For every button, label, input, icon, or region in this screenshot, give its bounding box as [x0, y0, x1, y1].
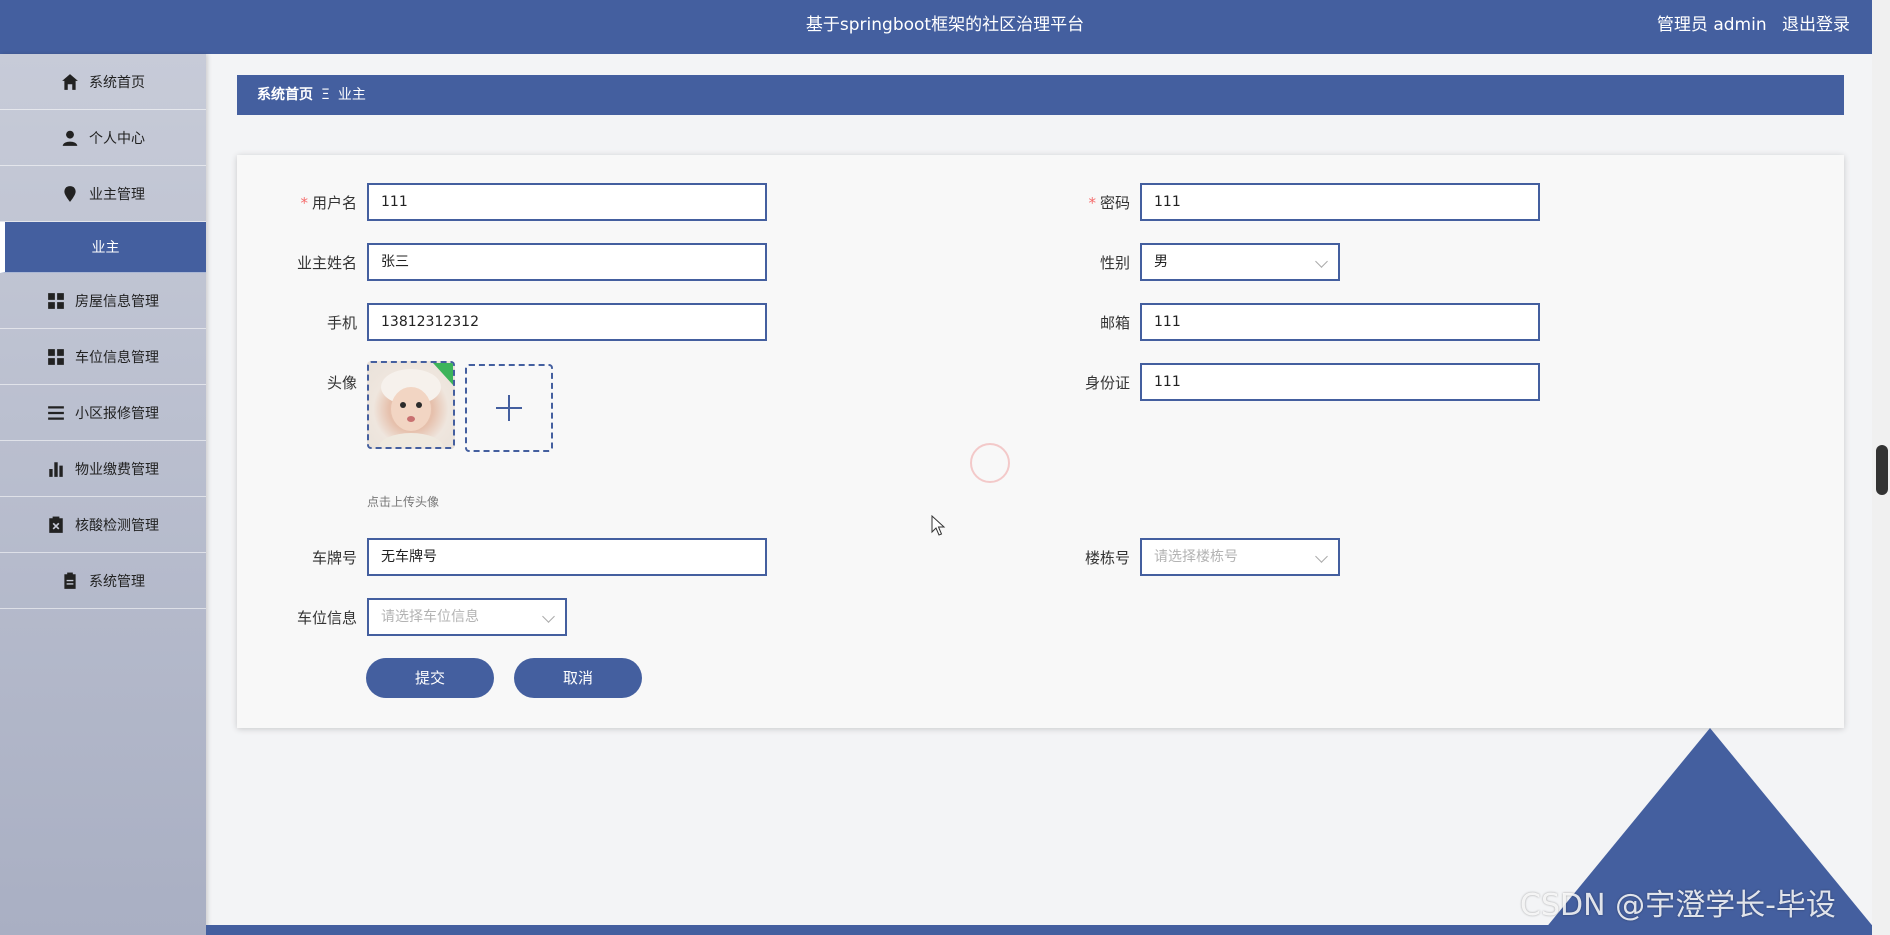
username-input[interactable]: 111	[367, 183, 767, 221]
avatar-upload-button[interactable]	[465, 364, 553, 452]
sidebar-item-label: 业主管理	[89, 186, 145, 203]
sidebar-item-system[interactable]: 系统管理	[0, 553, 206, 609]
avatar-label: 头像	[326, 374, 357, 392]
clipboard-x-icon	[49, 516, 63, 533]
watermark: CSDN @宇澄学长-毕设	[1520, 888, 1836, 923]
sidebar-item-nucleic-test[interactable]: 核酸检测管理	[0, 497, 206, 553]
sidebar-item-property-fee[interactable]: 物业缴费管理	[0, 441, 206, 497]
plus-icon	[496, 395, 522, 421]
clipboard-icon	[64, 572, 76, 589]
sidebar-item-label: 系统管理	[89, 573, 145, 590]
pin-icon	[64, 185, 76, 202]
parking-field: 车位信息 请选择车位信息	[237, 598, 837, 638]
grid-icon	[48, 348, 64, 365]
gender-label: 性别	[1099, 254, 1130, 272]
gender-select[interactable]: 男	[1140, 243, 1340, 281]
id-card-input[interactable]: 111	[1140, 363, 1540, 401]
gender-value: 男	[1154, 254, 1168, 270]
bottom-bar	[206, 925, 1890, 935]
avatar-upload-tip: 点击上传头像	[367, 495, 440, 509]
username-label: * 用户名	[300, 194, 357, 212]
building-placeholder: 请选择楼栋号	[1154, 549, 1238, 565]
cancel-button[interactable]: 取消	[514, 658, 642, 698]
breadcrumb-separator: Ξ	[321, 87, 330, 103]
owner-name-field: 业主姓名 张三	[237, 243, 837, 283]
email-field: 邮箱 111	[1017, 303, 1617, 343]
parking-select[interactable]: 请选择车位信息	[367, 598, 567, 636]
avatar-image[interactable]	[367, 361, 455, 449]
app-title: 基于springboot框架的社区治理平台	[805, 15, 1085, 35]
building-field: 楼栋号 请选择楼栋号	[1017, 538, 1617, 578]
id-card-label: 身份证	[1084, 374, 1130, 392]
sidebar-item-repair[interactable]: 小区报修管理	[0, 385, 206, 441]
plate-field: 车牌号 无车牌号	[237, 538, 837, 578]
chevron-down-icon	[542, 610, 555, 623]
sidebar-item-label: 房屋信息管理	[75, 293, 159, 310]
home-icon	[62, 73, 78, 90]
email-input[interactable]: 111	[1140, 303, 1540, 341]
mouse-cursor-icon	[931, 515, 946, 536]
logout-link[interactable]: 退出登录	[1782, 15, 1850, 35]
plate-label: 车牌号	[311, 549, 357, 567]
sidebar: 系统首页 个人中心 业主管理 业主 房屋信息管理 车位信息管理 小区报修管理 物…	[0, 54, 206, 935]
parking-placeholder: 请选择车位信息	[381, 609, 479, 625]
gender-field: 性别 男	[1017, 243, 1617, 283]
sidebar-item-label: 车位信息管理	[75, 349, 159, 366]
password-input[interactable]: 111	[1140, 183, 1540, 221]
building-select[interactable]: 请选择楼栋号	[1140, 538, 1340, 576]
owner-name-input[interactable]: 张三	[367, 243, 767, 281]
plate-input[interactable]: 无车牌号	[367, 538, 767, 576]
password-label: * 密码	[1088, 194, 1130, 212]
password-field: * 密码 111	[1017, 183, 1617, 223]
user-area: 管理员 admin 退出登录	[1647, 0, 1850, 54]
email-label: 邮箱	[1099, 314, 1130, 332]
chevron-down-icon	[1315, 255, 1328, 268]
phone-field: 手机 13812312312	[237, 303, 837, 343]
sidebar-item-parking-info[interactable]: 车位信息管理	[0, 329, 206, 385]
loading-spinner	[970, 443, 1010, 483]
phone-label: 手机	[326, 314, 357, 332]
grid-icon	[48, 292, 64, 309]
submit-button[interactable]: 提交	[366, 658, 494, 698]
sidebar-item-house-info[interactable]: 房屋信息管理	[0, 273, 206, 329]
sidebar-item-owner[interactable]: 业主	[0, 222, 206, 273]
sidebar-item-owner-management[interactable]: 业主管理	[0, 166, 206, 222]
avatar-photo-icon	[379, 363, 453, 447]
sidebar-item-label: 小区报修管理	[75, 405, 159, 422]
user-icon	[62, 130, 78, 146]
breadcrumb-current: 业主	[337, 87, 366, 103]
phone-input[interactable]: 13812312312	[367, 303, 767, 341]
chevron-down-icon	[1315, 550, 1328, 563]
top-bar: 基于springboot框架的社区治理平台 管理员 admin 退出登录	[0, 0, 1890, 54]
list-icon	[48, 405, 64, 420]
owner-name-label: 业主姓名	[296, 254, 357, 272]
breadcrumb-home[interactable]: 系统首页	[257, 87, 313, 103]
sidebar-item-label: 系统首页	[89, 74, 145, 91]
page-scrollbar[interactable]	[1872, 0, 1890, 935]
owner-form: * 用户名 111 * 密码 111 业主姓名 张三 性别 男 手机 1381231…	[237, 155, 1844, 728]
sidebar-item-home[interactable]: 系统首页	[0, 54, 206, 110]
sidebar-item-label: 业主	[91, 240, 120, 256]
sidebar-item-label: 核酸检测管理	[75, 517, 159, 534]
building-label: 楼栋号	[1084, 549, 1130, 567]
scrollbar-thumb[interactable]	[1876, 445, 1888, 495]
id-card-field: 身份证 111	[1017, 363, 1617, 403]
user-label: 管理员 admin	[1656, 15, 1767, 35]
sidebar-item-profile[interactable]: 个人中心	[0, 110, 206, 166]
sidebar-item-label: 个人中心	[89, 130, 145, 147]
sidebar-item-label: 物业缴费管理	[75, 461, 159, 478]
breadcrumb: 系统首页 Ξ 业主	[237, 75, 1844, 115]
username-field: * 用户名 111	[237, 183, 837, 223]
parking-label: 车位信息	[296, 609, 357, 627]
bar-chart-icon	[49, 461, 63, 477]
